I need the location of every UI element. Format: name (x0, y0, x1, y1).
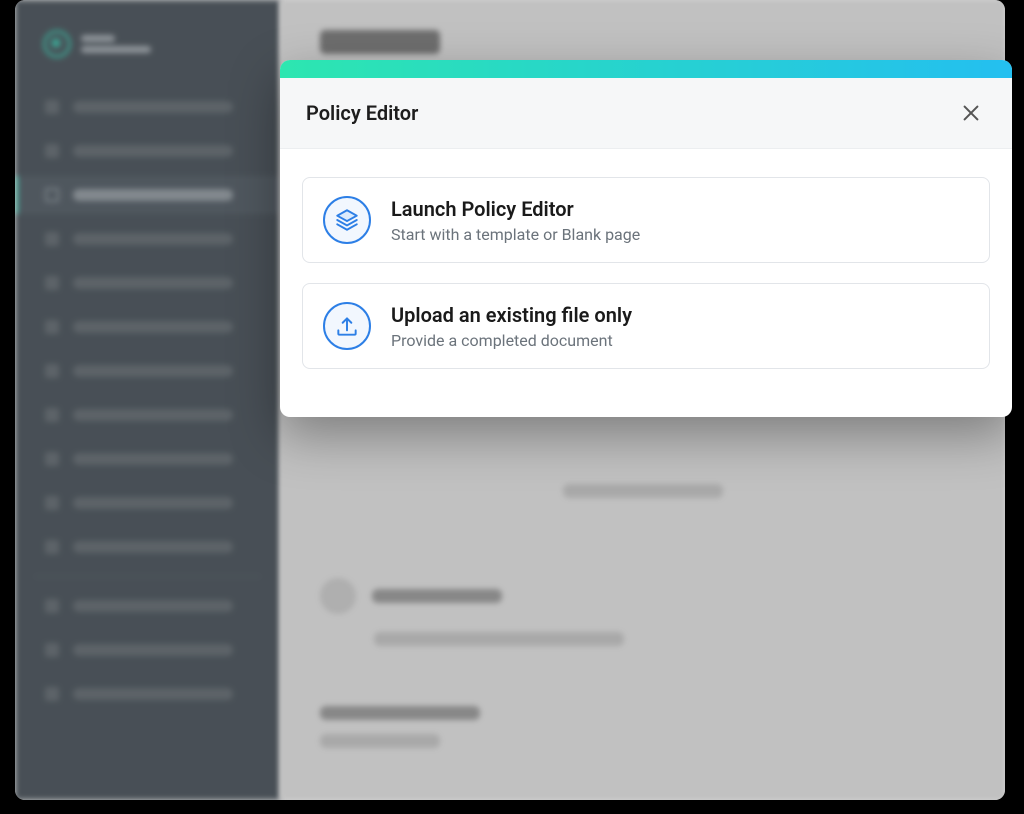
sidebar-item[interactable] (15, 675, 280, 713)
modal-accent-bar (280, 60, 1012, 78)
sidebar-item[interactable] (15, 587, 280, 625)
modal-body: Launch Policy Editor Start with a templa… (280, 149, 1012, 397)
layers-icon (323, 196, 371, 244)
launch-policy-editor-option[interactable]: Launch Policy Editor Start with a templa… (302, 177, 990, 263)
brand-text-line (81, 35, 115, 42)
empty-state-text (563, 484, 723, 498)
sidebar-item[interactable] (15, 352, 280, 390)
sidebar-item[interactable] (15, 631, 280, 669)
upload-icon (323, 302, 371, 350)
sidebar-item[interactable] (15, 484, 280, 522)
sidebar-item[interactable] (15, 264, 280, 302)
add-comments-heading (372, 589, 502, 603)
sidebar-divider (35, 576, 260, 577)
option-subtitle: Provide a completed document (391, 331, 632, 350)
sidebar-item[interactable] (15, 132, 280, 170)
brand-logo-icon (43, 30, 71, 58)
add-comments-sub (374, 632, 624, 646)
page-title (320, 30, 440, 54)
sidebar-item[interactable] (15, 308, 280, 346)
upload-existing-file-option[interactable]: Upload an existing file only Provide a c… (302, 283, 990, 369)
recent-comments-empty (320, 734, 440, 748)
sidebar-item[interactable] (15, 528, 280, 566)
modal-title: Policy Editor (306, 101, 418, 125)
modal-header: Policy Editor (280, 78, 1012, 149)
sidebar-item[interactable] (15, 88, 280, 126)
option-subtitle: Start with a template or Blank page (391, 225, 640, 244)
option-title: Upload an existing file only (391, 303, 632, 327)
policy-editor-modal: Policy Editor Launch Policy Editor Start… (280, 60, 1012, 417)
recent-comments-heading (320, 706, 480, 720)
brand-text-line (81, 46, 151, 53)
sidebar-item[interactable] (15, 396, 280, 434)
close-button[interactable] (956, 98, 986, 128)
sidebar-item-policy[interactable] (15, 176, 280, 214)
sidebar (15, 0, 280, 800)
sidebar-item[interactable] (15, 440, 280, 478)
sidebar-item[interactable] (15, 220, 280, 258)
option-title: Launch Policy Editor (391, 197, 640, 221)
avatar-placeholder-icon (320, 578, 356, 614)
close-icon (960, 102, 982, 124)
brand (15, 20, 280, 88)
